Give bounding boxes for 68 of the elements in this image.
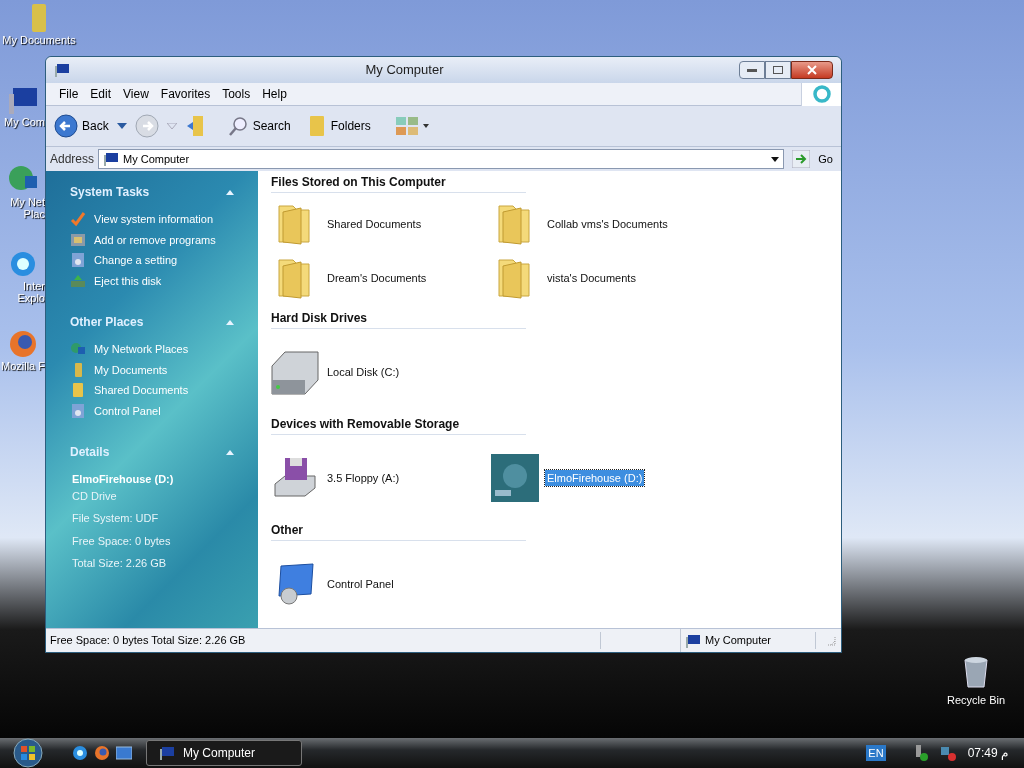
status-text: My Computer [705,633,772,649]
group-heading: Devices with Removable Storage [271,415,526,435]
details-text: Total Size: 2.26 GB [72,556,168,571]
views-grid-icon [394,116,419,136]
pane-heading[interactable]: System Tasks [70,183,150,201]
desktop-screen-icon[interactable] [116,746,132,760]
network-status-icon[interactable] [939,745,956,761]
item-label[interactable]: Dream's Documents [325,269,429,287]
task-link[interactable]: Add or remove programs [94,231,216,248]
collapse-arrow-icon[interactable] [226,319,234,325]
menu-item[interactable]: View [118,85,154,103]
maximize-button[interactable] [765,61,791,79]
resize-grip-icon[interactable] [825,634,837,647]
details-text: File System: UDF [72,511,160,526]
address-value: My Computer [123,151,191,167]
item-label[interactable]: vista's Documents [545,269,638,287]
back-button[interactable]: Back [54,114,109,138]
program-box-icon [70,231,86,248]
group-heading: Hard Disk Drives [271,309,526,329]
folders-button[interactable]: Folders [306,115,371,137]
menu-item[interactable]: File [54,85,84,103]
item-label[interactable]: Collab vms's Documents [545,215,670,233]
folder-icon [70,382,86,399]
item-label[interactable]: Control Panel [325,575,396,593]
item-label[interactable]: Shared Documents [325,215,424,233]
tray-check-icon[interactable] [913,745,928,761]
views-button[interactable] [394,116,429,136]
language-indicator[interactable]: EN [866,744,886,762]
menu-item[interactable]: Edit [85,85,117,103]
pane-heading[interactable]: Other Places [70,313,144,331]
group-heading: Files Stored on This Computer [271,173,526,193]
address-field[interactable]: My Computer [98,149,785,169]
window-title: My Computer [364,61,445,80]
desktop-icon-label[interactable]: Recycle Bin [946,692,1006,709]
menu-item[interactable]: Help [257,85,292,103]
status-text: Free Space: 0 bytes Total Size: 2.26 GB [46,632,601,649]
dropdown-arrow-icon[interactable] [771,156,780,162]
task-link[interactable]: Change a setting [94,252,178,269]
close-icon [807,65,817,75]
minimize-button[interactable] [739,61,765,79]
address-label: Address [50,151,95,168]
menu-item[interactable]: Tools [217,85,256,103]
control-panel-icon [70,402,86,419]
details-text: CD Drive [72,488,118,504]
clock[interactable]: 07:49 م [967,744,1008,762]
menu-item[interactable]: Favorites [155,85,216,103]
group-heading: Other [271,521,526,541]
task-link[interactable]: View system information [94,211,213,228]
checkmark-icon [70,211,86,228]
details-text: Free Space: 0 bytes [72,533,172,549]
details-name: ElmoFirehouse (D:) [72,472,175,487]
trash-can-icon[interactable] [963,656,989,688]
item-label[interactable]: Local Disk (C:) [325,363,402,381]
search-icon [226,115,249,137]
close-button[interactable] [791,61,833,79]
taskbar-button[interactable]: My Computer [146,740,302,766]
search-button[interactable]: Search [226,115,291,137]
task-link[interactable]: Eject this disk [94,272,162,289]
collapse-arrow-icon[interactable] [226,189,234,195]
dropdown-arrow-icon [422,124,429,128]
item-label[interactable]: 3.5 Floppy (A:) [325,469,402,487]
collapse-arrow-icon[interactable] [226,449,234,455]
ring-logo-icon [811,84,832,104]
start-orb-icon [11,738,45,768]
disc-artwork-icon [491,454,539,502]
control-panel-icon [70,252,86,269]
go-arrow-icon [792,150,811,168]
go-button[interactable]: Go [788,150,837,168]
